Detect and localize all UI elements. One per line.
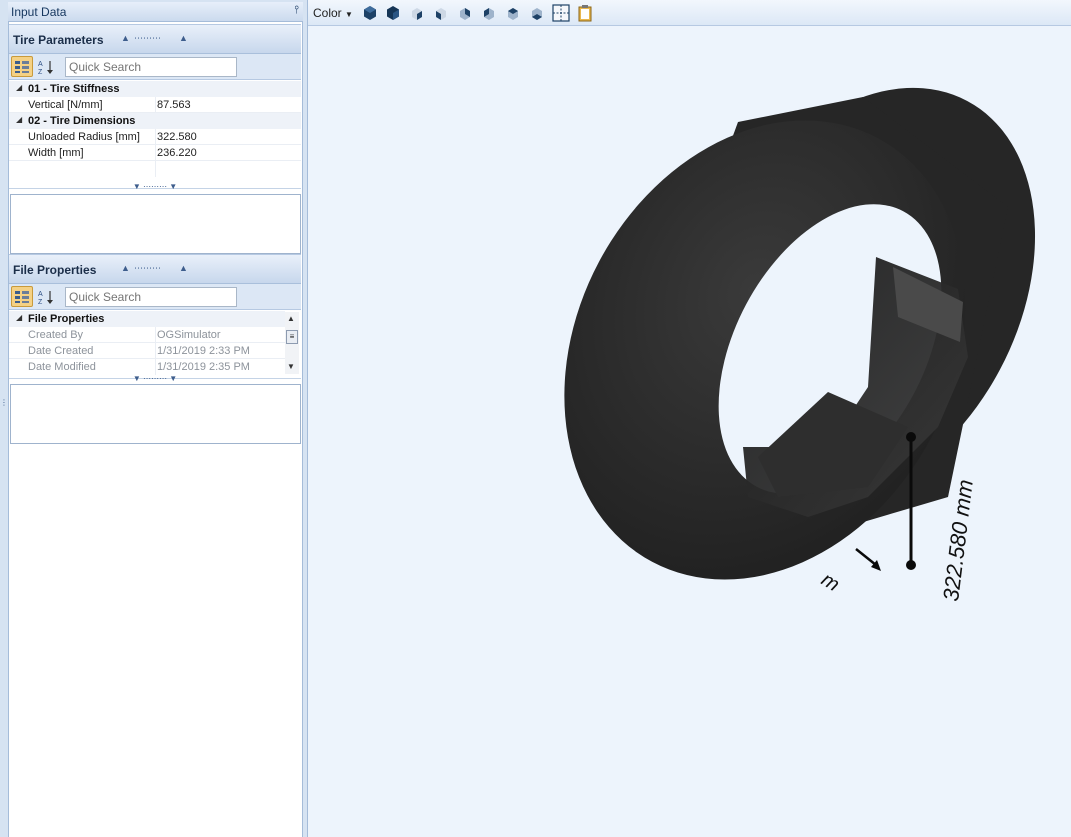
splitter-grip-icon[interactable]: ▼ ⋯⋯⋯ ▼ (9, 374, 301, 383)
svg-text:Z: Z (38, 69, 43, 75)
left-view-icon[interactable] (432, 4, 450, 22)
right-view-icon[interactable] (456, 4, 474, 22)
property-row-date-modified[interactable]: Date Modified 1/31/2019 2:35 PM (9, 359, 285, 375)
file-properties-toolbar: A Z (9, 284, 301, 310)
scroll-up-icon[interactable]: ▲ (287, 314, 295, 323)
front-view-icon[interactable] (408, 4, 426, 22)
tire-parameters-header: Tire Parameters ▲ ⋯⋯⋯ ▲ (9, 24, 301, 54)
top-view-icon[interactable] (504, 4, 522, 22)
3d-viewport[interactable]: 322.580 mm m (308, 27, 1071, 837)
categorized-icon (15, 60, 29, 73)
bottom-view-icon[interactable] (528, 4, 546, 22)
expand-triangle-icon[interactable]: ◢ (16, 115, 22, 124)
edge-handle-icon[interactable]: ⋮ (0, 398, 8, 407)
scroll-thumb[interactable]: ≡ (286, 330, 298, 344)
pane-title: Input Data (11, 5, 67, 19)
collapse-up-icon[interactable]: ▲ (179, 33, 188, 43)
file-properties-title: File Properties (13, 263, 97, 277)
property-row-unloaded-radius[interactable]: Unloaded Radius [mm] 322.580 (9, 129, 301, 145)
collapse-up-icon[interactable]: ▲ (121, 263, 130, 273)
property-row-width[interactable]: Width [mm] 236.220 (9, 145, 301, 161)
pin-icon[interactable]: ⫯ (294, 4, 299, 17)
splitter-grip-icon[interactable]: ▼ ⋯⋯⋯ ▼ (9, 182, 301, 191)
property-row-created-by[interactable]: Created By OGSimulator (9, 327, 285, 343)
categorized-view-button[interactable] (11, 56, 33, 77)
solid-iso-icon[interactable] (361, 4, 379, 22)
expand-triangle-icon[interactable]: ◢ (16, 83, 22, 92)
clipboard-icon[interactable] (576, 4, 594, 22)
svg-text:A: A (38, 291, 43, 298)
file-properties-header: File Properties ▲ ⋯⋯⋯ ▲ (9, 254, 301, 284)
scroll-down-icon[interactable]: ▼ (287, 362, 295, 371)
sort-az-icon: A Z (38, 60, 53, 75)
grid-toggle-icon[interactable] (552, 4, 570, 22)
collapse-up-icon[interactable]: ▲ (121, 33, 130, 43)
category-tire-dimensions[interactable]: ◢ 02 - Tire Dimensions (9, 113, 301, 129)
collapse-up-icon[interactable]: ▲ (179, 263, 188, 273)
svg-text:A: A (38, 61, 43, 68)
width-dimension: m (817, 548, 881, 596)
categorized-view-button[interactable] (11, 286, 33, 307)
color-dropdown[interactable]: Color ▼ (313, 6, 353, 20)
chevron-down-icon: ▼ (345, 10, 353, 19)
tire-parameters-description (10, 194, 301, 254)
file-properties-scrollbar[interactable]: ▲ ≡ ▼ (285, 312, 299, 374)
file-properties-grid: ◢ File Properties Created By OGSimulator… (9, 311, 301, 383)
back-view-icon[interactable] (480, 4, 498, 22)
alphabetical-sort-button[interactable]: A Z (35, 286, 57, 307)
input-data-pane: Input Data ⫯ Tire Parameters ▲ ⋯⋯⋯ ▲ A Z (0, 0, 305, 837)
alphabetical-sort-button[interactable]: A Z (35, 56, 57, 77)
solid-iso-alt-icon[interactable] (384, 4, 402, 22)
expand-triangle-icon[interactable]: ◢ (16, 313, 22, 322)
tire-parameters-title: Tire Parameters (13, 33, 104, 47)
pane-header: Input Data ⫯ (8, 2, 303, 22)
splitter-grip-icon[interactable]: ⋯⋯⋯ (134, 33, 161, 44)
model-viewer: Color ▼ 322.580 mm m (307, 0, 1071, 837)
file-properties-search-input[interactable] (65, 287, 237, 307)
property-row-vertical-stiffness[interactable]: Vertical [N/mm] 87.563 (9, 97, 301, 113)
file-properties-description (10, 384, 301, 444)
svg-text:Z: Z (38, 299, 43, 305)
category-file-properties[interactable]: ◢ File Properties (9, 311, 285, 327)
tire-parameters-grid: ◢ 01 - Tire Stiffness Vertical [N/mm] 87… (9, 81, 301, 191)
viewer-toolbar: Color ▼ (308, 0, 1071, 26)
categorized-icon (15, 290, 29, 303)
splitter-grip-icon[interactable]: ⋯⋯⋯ (134, 263, 161, 274)
tire-model: 322.580 mm m (564, 87, 1036, 603)
property-row-date-created[interactable]: Date Created 1/31/2019 2:33 PM (9, 343, 285, 359)
tire-parameters-search-input[interactable] (65, 57, 237, 77)
empty-row (9, 161, 301, 177)
width-annotation: m (817, 569, 843, 596)
tire-parameters-toolbar: A Z (9, 54, 301, 80)
category-tire-stiffness[interactable]: ◢ 01 - Tire Stiffness (9, 81, 301, 97)
sort-az-icon: A Z (38, 290, 53, 305)
